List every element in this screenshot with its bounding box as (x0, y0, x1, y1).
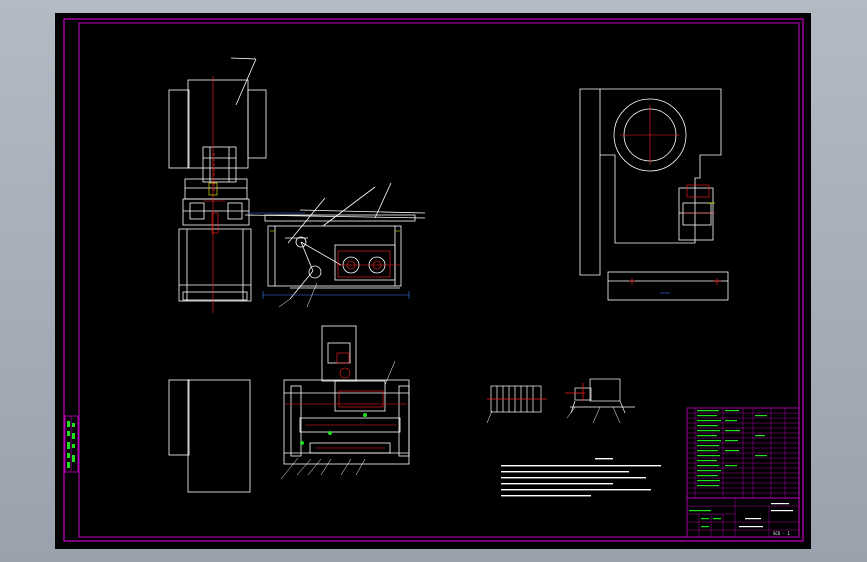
binding-strip (64, 415, 79, 473)
bill-of-materials[interactable] (686, 407, 800, 499)
technical-notes (501, 458, 661, 497)
drawing-sheet[interactable]: SCU - 1 (55, 13, 811, 549)
mechanism-view[interactable] (244, 182, 426, 300)
cad-viewport[interactable]: SCU - 1 (0, 0, 867, 562)
drawing-number: SCU - 1 (773, 531, 790, 536)
top-view[interactable] (168, 325, 410, 493)
detail-view-spring[interactable] (487, 385, 547, 413)
side-view-centerlines (620, 105, 721, 285)
front-view[interactable] (168, 57, 267, 302)
front-view-centerlines (203, 76, 225, 313)
detail-view-motor[interactable] (565, 378, 635, 414)
front-view-highlights (208, 182, 219, 234)
sheet-frame (63, 18, 804, 542)
drawing-canvas[interactable] (55, 13, 811, 549)
side-view[interactable] (579, 88, 729, 301)
top-view-details (285, 352, 407, 449)
